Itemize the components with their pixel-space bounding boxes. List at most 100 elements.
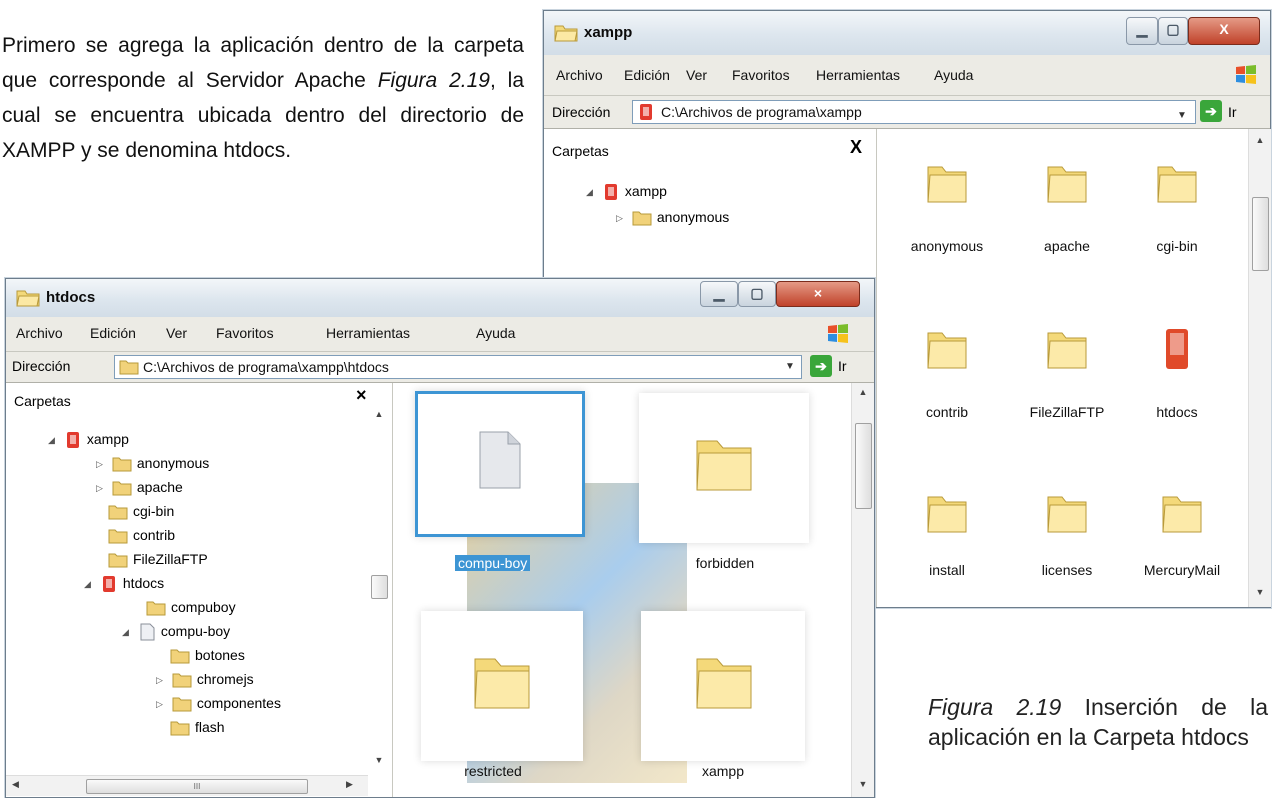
menu-ver[interactable]: Ver: [166, 325, 187, 341]
folders-vertical-scrollbar[interactable]: ▲ ▼: [368, 409, 390, 769]
scroll-down-icon[interactable]: ▼: [368, 755, 390, 765]
menu-edicion[interactable]: Edición: [624, 67, 670, 83]
title-bar[interactable]: xampp ▁ ▢ X: [544, 11, 1270, 55]
folder-icon: [170, 649, 190, 664]
tree-item-compuboy[interactable]: compuboy: [146, 599, 236, 616]
tree-item-contrib[interactable]: contrib: [108, 527, 175, 544]
tree-item-label: anonymous: [136, 455, 210, 471]
minimize-button[interactable]: ▁: [700, 281, 738, 307]
minimize-button[interactable]: ▁: [1126, 17, 1158, 45]
horizontal-scrollbar[interactable]: ◀ III ▶: [6, 775, 368, 796]
tree-item-label: anonymous: [656, 209, 730, 225]
tree-item-chromejs[interactable]: ▷ chromejs: [156, 671, 254, 688]
close-pane-button[interactable]: ×: [356, 385, 367, 406]
menu-ver[interactable]: Ver: [686, 67, 707, 83]
address-field[interactable]: C:\Archivos de programa\xampp ▼: [632, 100, 1196, 124]
folder-item-forbidden[interactable]: [639, 393, 809, 543]
tree-item-htdocs[interactable]: ◢ htdocs: [84, 575, 164, 593]
folder-item[interactable]: MercuryMail: [1127, 489, 1237, 578]
vertical-scrollbar[interactable]: ▲ ▼: [1248, 129, 1271, 607]
folder-icon: [927, 496, 967, 533]
collapsed-arrow-icon[interactable]: ▷: [616, 213, 628, 224]
go-button[interactable]: ➔: [810, 355, 832, 377]
tree-item-xampp[interactable]: ◢ xampp: [586, 183, 667, 201]
folder-item[interactable]: install: [897, 489, 997, 578]
tree-item-flash[interactable]: flash: [170, 719, 225, 736]
expanded-arrow-icon[interactable]: ◢: [48, 435, 60, 446]
arrow-right-icon: ➔: [815, 358, 827, 374]
folder-icon: [146, 601, 166, 616]
tree-item-label: xampp: [86, 431, 129, 447]
menu-archivo[interactable]: Archivo: [556, 67, 603, 83]
vertical-scrollbar[interactable]: ▲ ▼: [851, 383, 874, 797]
folder-icon: [119, 360, 139, 375]
tree-item-compu-boy[interactable]: ◢ compu-boy: [122, 623, 230, 641]
folder-item-htdocs[interactable]: htdocs: [1127, 325, 1227, 420]
scroll-up-icon[interactable]: ▲: [368, 409, 390, 419]
scroll-down-icon[interactable]: ▼: [1249, 587, 1271, 597]
collapsed-arrow-icon[interactable]: ▷: [96, 483, 108, 494]
title-bar[interactable]: htdocs ▁ ▢ ×: [6, 279, 874, 317]
folder-icon: [172, 673, 192, 688]
menu-favoritos[interactable]: Favoritos: [216, 325, 274, 341]
menu-ayuda[interactable]: Ayuda: [934, 67, 973, 83]
folder-item[interactable]: apache: [1017, 159, 1117, 254]
scroll-down-icon[interactable]: ▼: [852, 779, 874, 789]
tree-item-anonymous[interactable]: ▷ anonymous: [96, 455, 209, 472]
menu-bar: Archivo Edición Ver Favoritos Herramient…: [544, 55, 1270, 96]
folder-item-xampp[interactable]: [641, 611, 805, 761]
expanded-arrow-icon[interactable]: ◢: [586, 187, 598, 198]
folder-item[interactable]: licenses: [1017, 489, 1117, 578]
go-button[interactable]: ➔: [1200, 100, 1222, 122]
tree-item-cgi-bin[interactable]: cgi-bin: [108, 503, 174, 520]
collapsed-arrow-icon[interactable]: ▷: [156, 675, 168, 686]
horizontal-scroll-thumb[interactable]: III: [86, 779, 308, 794]
tree-item-filezillaftp[interactable]: FileZillaFTP: [108, 551, 208, 568]
menu-herramientas[interactable]: Herramientas: [816, 67, 900, 83]
folder-item[interactable]: contrib: [897, 325, 997, 420]
menu-archivo[interactable]: Archivo: [16, 325, 63, 341]
tree-item-apache[interactable]: ▷ apache: [96, 479, 183, 496]
scroll-right-icon[interactable]: ▶: [346, 779, 353, 790]
selected-item-compu-boy[interactable]: [415, 391, 585, 537]
folder-icon: [112, 481, 132, 496]
tree-item-xampp[interactable]: ◢ xampp: [48, 431, 129, 449]
chevron-down-icon[interactable]: ▼: [1173, 105, 1191, 127]
menu-ayuda[interactable]: Ayuda: [476, 325, 515, 341]
scroll-left-icon[interactable]: ◀: [12, 779, 19, 790]
chevron-down-icon[interactable]: ▼: [781, 356, 799, 378]
folder-item[interactable]: cgi-bin: [1127, 159, 1227, 254]
maximize-button[interactable]: ▢: [738, 281, 776, 307]
maximize-button[interactable]: ▢: [1158, 17, 1188, 45]
tree-item-componentes[interactable]: ▷ componentes: [156, 695, 281, 712]
menu-favoritos[interactable]: Favoritos: [732, 67, 790, 83]
folder-item[interactable]: FileZillaFTP: [1017, 325, 1117, 420]
go-label[interactable]: Ir: [838, 358, 847, 374]
address-path: C:\Archivos de programa\xampp\htdocs: [143, 359, 389, 375]
menu-edicion[interactable]: Edición: [90, 325, 136, 341]
tree-item-label: FileZillaFTP: [133, 551, 208, 567]
close-button[interactable]: ×: [776, 281, 860, 307]
folder-item-restricted[interactable]: [421, 611, 583, 761]
expanded-arrow-icon[interactable]: ◢: [122, 627, 134, 638]
go-label[interactable]: Ir: [1228, 104, 1237, 120]
scroll-thumb[interactable]: [1252, 197, 1269, 271]
close-button[interactable]: X: [1188, 17, 1260, 45]
tree-item-botones[interactable]: botones: [170, 647, 245, 664]
scroll-thumb[interactable]: [371, 575, 388, 599]
folder-icon: [172, 697, 192, 712]
scroll-up-icon[interactable]: ▲: [852, 387, 874, 397]
folder-item[interactable]: anonymous: [897, 159, 997, 254]
menu-herramientas[interactable]: Herramientas: [326, 325, 410, 341]
address-bar: Dirección C:\Archivos de programa\xampp …: [544, 96, 1270, 129]
scroll-up-icon[interactable]: ▲: [1249, 135, 1271, 145]
address-field[interactable]: C:\Archivos de programa\xampp\htdocs ▼: [114, 355, 802, 379]
xampp-icon: [102, 576, 115, 593]
collapsed-arrow-icon[interactable]: ▷: [96, 459, 108, 470]
collapsed-arrow-icon[interactable]: ▷: [156, 699, 168, 710]
folder-icon: [474, 658, 530, 709]
expanded-arrow-icon[interactable]: ◢: [84, 579, 96, 590]
scroll-thumb[interactable]: [855, 423, 872, 509]
close-pane-button[interactable]: X: [850, 137, 862, 158]
tree-item-anonymous[interactable]: ▷ anonymous: [616, 209, 729, 226]
